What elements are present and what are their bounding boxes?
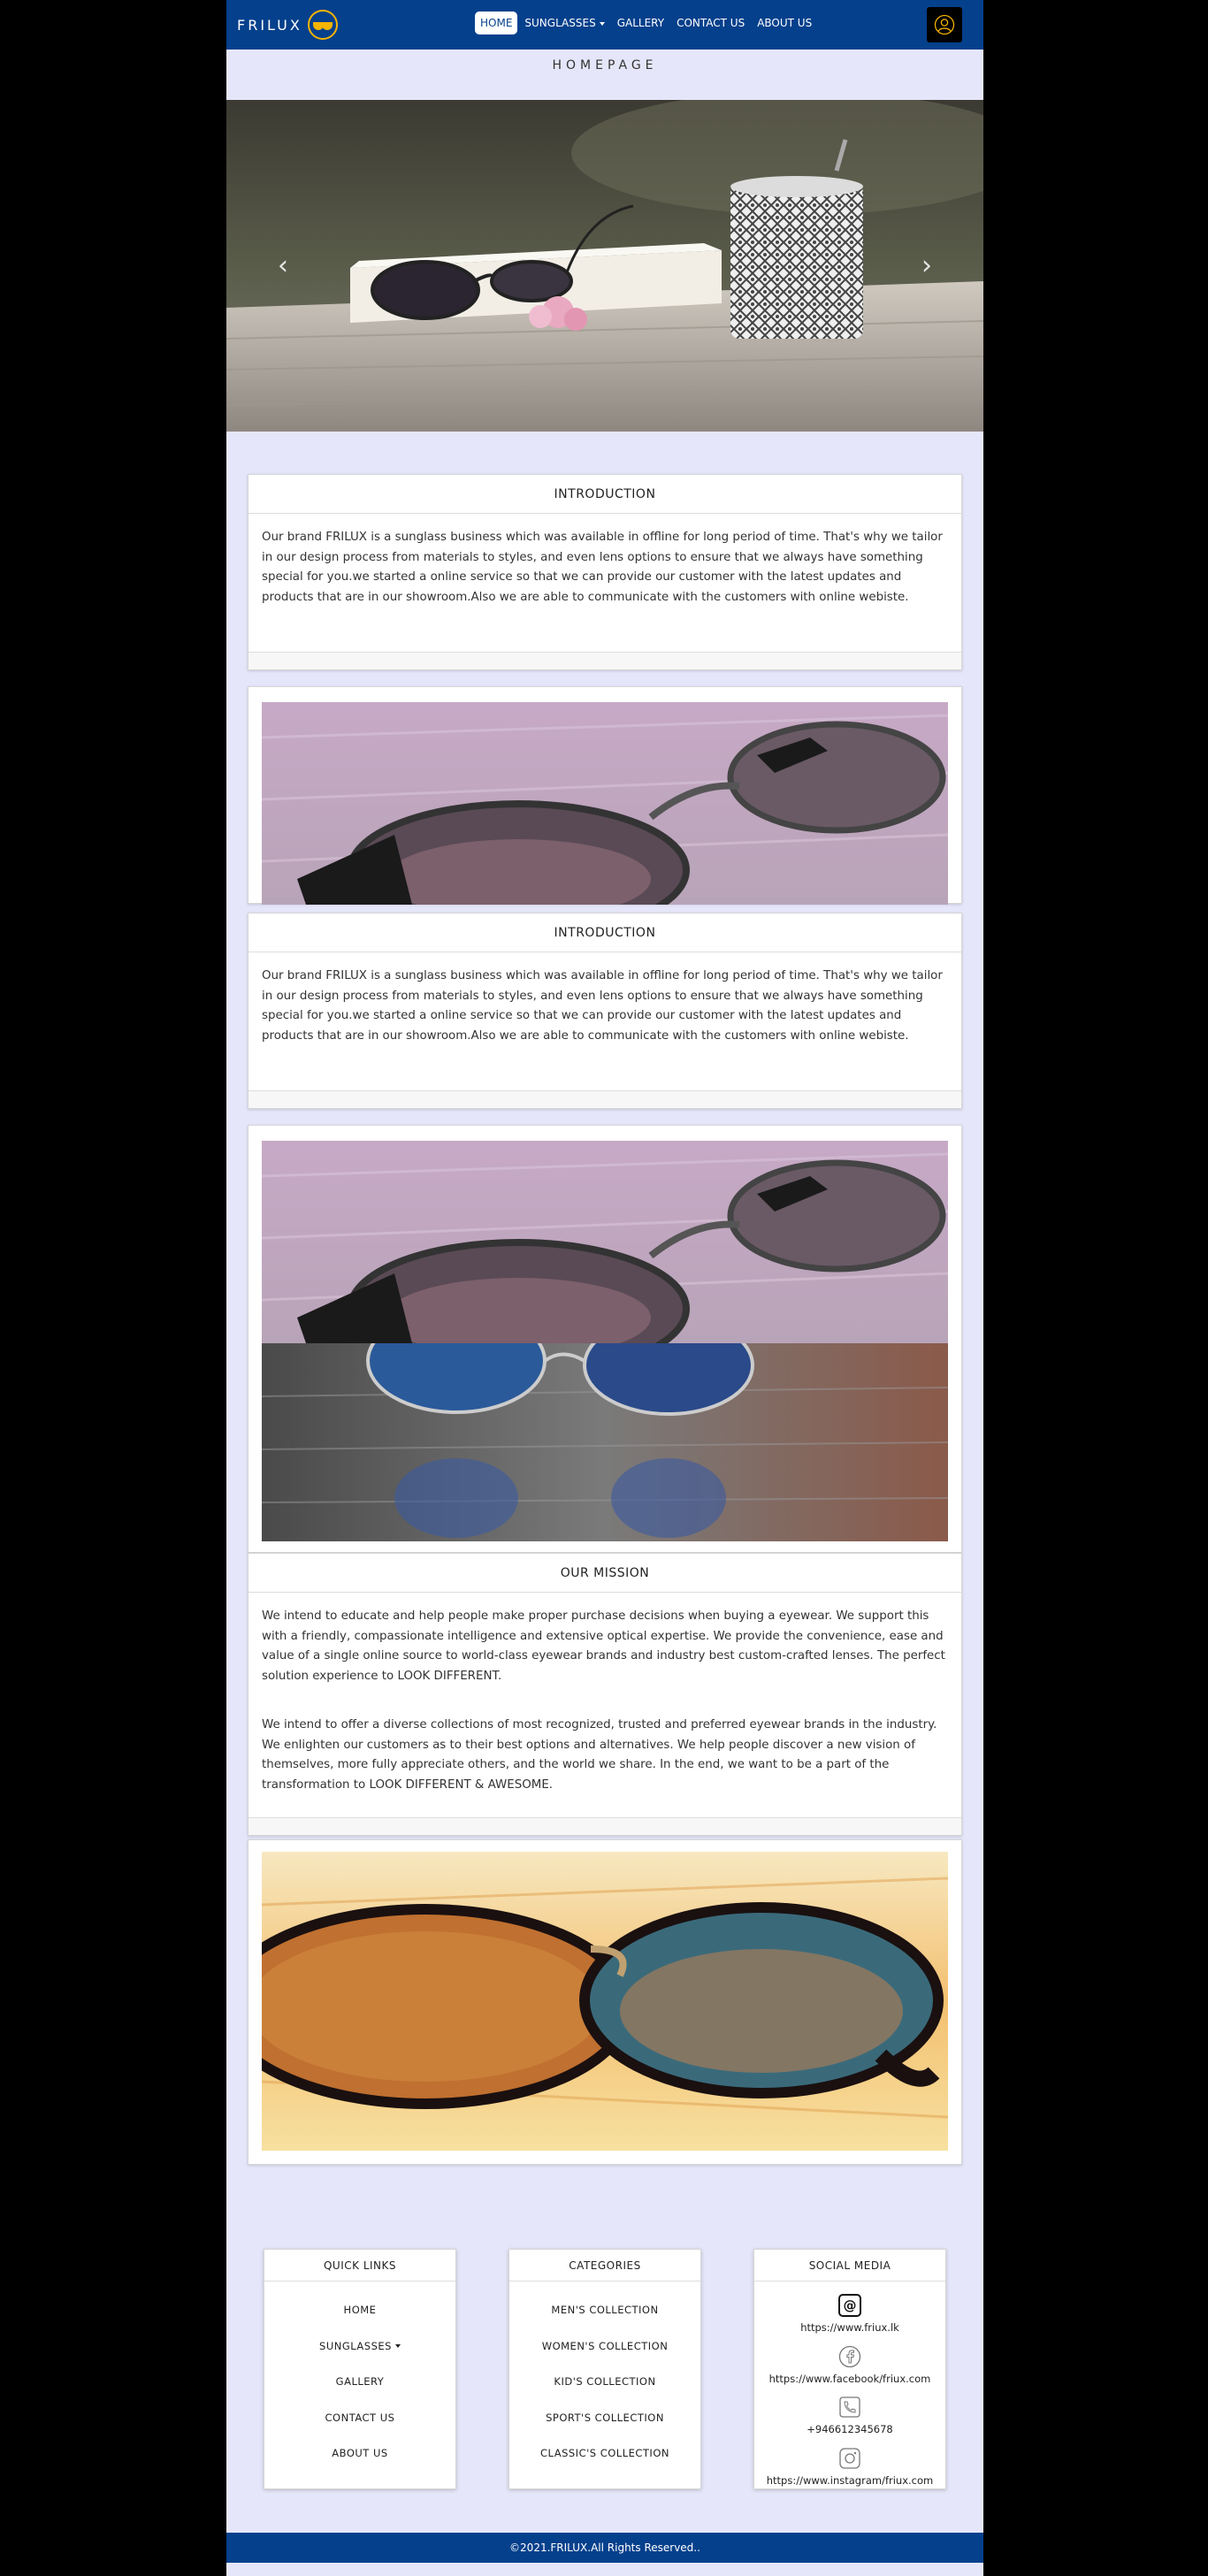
- category-classics[interactable]: CLASSIC'S COLLECTION: [509, 2435, 700, 2472]
- intro-card: INTRODUCTION Our brand FRILUX is a sungl…: [248, 474, 962, 670]
- image-card-3: [248, 1839, 962, 2165]
- social-media-card: SOCIAL MEDIA @ https://www.friux.lk http…: [753, 2249, 946, 2489]
- quick-links-title: QUICK LINKS: [264, 2250, 455, 2282]
- social-website[interactable]: @ https://www.friux.lk: [754, 2289, 945, 2340]
- nav-links: HOME SUNGLASSES GALLERY CONTACT US ABOUT…: [475, 11, 819, 34]
- card-text: Our brand FRILUX is a sunglass business …: [262, 969, 943, 1043]
- caret-down-icon: [394, 2344, 401, 2348]
- card-text: We intend to educate and help people mak…: [262, 1609, 945, 1683]
- social-media-title: SOCIAL MEDIA: [754, 2250, 945, 2282]
- navbar: FRILUX HOME SUNGLASSES GALLERY CONTACT U…: [226, 0, 983, 50]
- social-facebook[interactable]: https://www.facebook/friux.com: [754, 2340, 945, 2391]
- caret-down-icon: [599, 21, 605, 26]
- card-title: OUR MISSION: [248, 1554, 961, 1593]
- page: FRILUX HOME SUNGLASSES GALLERY CONTACT U…: [226, 0, 983, 2576]
- social-instagram[interactable]: https://www.instagram/friux.com: [754, 2442, 945, 2493]
- carousel-next-button[interactable]: ›: [909, 250, 944, 281]
- card-footer: [248, 652, 961, 669]
- carousel-prev-button[interactable]: ‹: [265, 250, 301, 281]
- nav-item-sunglasses[interactable]: SUNGLASSES: [519, 11, 609, 34]
- social-phone[interactable]: +946612345678: [754, 2390, 945, 2442]
- mission-card: OUR MISSION We intend to educate and hel…: [248, 1553, 962, 1836]
- card-title: INTRODUCTION: [248, 913, 961, 952]
- social-instagram-label[interactable]: https://www.instagram/friux.com: [754, 2474, 945, 2487]
- instagram-icon: [839, 2447, 860, 2469]
- nav-item-gallery[interactable]: GALLERY: [612, 11, 669, 34]
- category-mens[interactable]: MEN'S COLLECTION: [509, 2292, 700, 2328]
- copyright-text: ©2021.FRILUX.All Rights Reserved..: [509, 2542, 700, 2554]
- footer-link-sunglasses[interactable]: SUNGLASSES: [264, 2328, 455, 2365]
- nav-item-contact-us[interactable]: CONTACT US: [671, 11, 750, 34]
- intro-card-2: INTRODUCTION Our brand FRILUX is a sungl…: [248, 913, 962, 1109]
- social-facebook-label[interactable]: https://www.facebook/friux.com: [754, 2373, 945, 2385]
- categories-card: CATEGORIES MEN'S COLLECTION WOMEN'S COLL…: [508, 2249, 701, 2489]
- facebook-icon: [838, 2345, 861, 2367]
- user-icon: [934, 14, 955, 35]
- footer-link-sunglasses-label[interactable]: SUNGLASSES: [319, 2340, 392, 2352]
- social-phone-label[interactable]: +946612345678: [754, 2423, 945, 2435]
- footer-link-about-us[interactable]: ABOUT US: [264, 2435, 455, 2472]
- at-sign-icon: @: [838, 2294, 861, 2317]
- image-card-2: [248, 1125, 962, 1553]
- hero-carousel: ‹ ›: [226, 100, 983, 432]
- footer-link-gallery[interactable]: GALLERY: [264, 2364, 455, 2400]
- phone-icon: [839, 2396, 860, 2418]
- category-womens[interactable]: WOMEN'S COLLECTION: [509, 2328, 700, 2365]
- categories-title: CATEGORIES: [509, 2250, 700, 2282]
- footer-link-contact-us[interactable]: CONTACT US: [264, 2400, 455, 2436]
- hero-image: [226, 100, 983, 432]
- copyright-bar: ©2021.FRILUX.All Rights Reserved..: [226, 2533, 983, 2563]
- sunglasses-image: [262, 1141, 948, 1343]
- brand[interactable]: FRILUX: [237, 9, 338, 41]
- card-title: INTRODUCTION: [248, 475, 961, 514]
- nav-item-about-us[interactable]: ABOUT US: [752, 11, 817, 34]
- card-footer: [248, 1817, 961, 1835]
- category-sports[interactable]: SPORT'S COLLECTION: [509, 2400, 700, 2436]
- page-title: HOMEPAGE: [552, 58, 658, 73]
- social-website-label[interactable]: https://www.friux.lk: [754, 2321, 945, 2334]
- card-text: Our brand FRILUX is a sunglass business …: [262, 531, 943, 604]
- card-text-2: We intend to offer a diverse collections…: [262, 1718, 937, 1792]
- footer-link-home[interactable]: HOME: [264, 2292, 455, 2328]
- amber-sunglasses-image: [262, 1852, 948, 2151]
- image-card: [248, 686, 962, 905]
- sunglasses-image: [262, 702, 948, 905]
- category-kids[interactable]: KID'S COLLECTION: [509, 2364, 700, 2400]
- card-footer: [248, 1090, 961, 1108]
- sunglasses-logo-icon[interactable]: [307, 10, 338, 40]
- brand-name[interactable]: FRILUX: [237, 17, 302, 34]
- quick-links-card: QUICK LINKS HOME SUNGLASSES GALLERY CONT…: [264, 2249, 456, 2489]
- account-button[interactable]: [927, 7, 962, 42]
- blue-sunglasses-image: [262, 1343, 948, 1541]
- svg-text:@: @: [844, 2297, 857, 2313]
- nav-item-home[interactable]: HOME: [475, 11, 518, 34]
- nav-item-sunglasses-label[interactable]: SUNGLASSES: [524, 17, 595, 29]
